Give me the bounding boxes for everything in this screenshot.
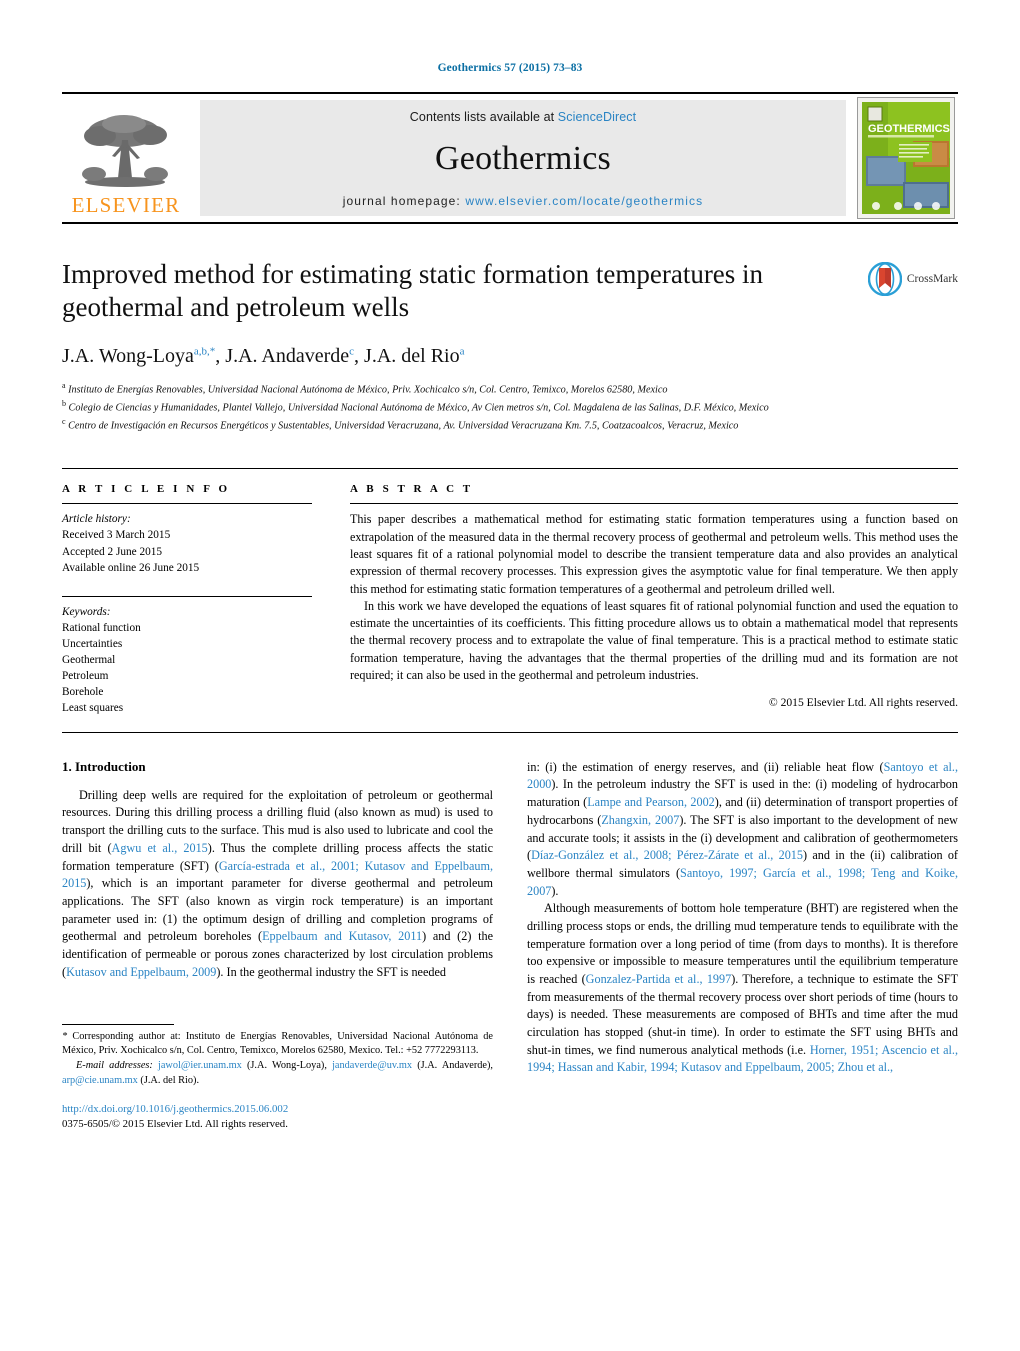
section-heading-introduction: 1. Introduction (62, 758, 146, 774)
crossmark-label: CrossMark (906, 273, 958, 285)
copyright-line: © 2015 Elsevier Ltd. All rights reserved… (768, 696, 958, 710)
keywords-label: Keywords: (62, 605, 111, 618)
elsevier-tree-icon (82, 115, 168, 187)
running-head: Geothermics 57 (2015) 73–83 (437, 62, 583, 74)
keyword-item: Least squares (62, 701, 124, 714)
history-accepted: Accepted 2 June 2015 (62, 545, 163, 558)
contents-prefix: Contents lists available at (409, 110, 558, 124)
journal-homepage-link[interactable]: www.elsevier.com/locate/geothermics (465, 194, 703, 208)
info-abstract-block: A R T I C L E I N F O Article history: R… (62, 468, 958, 733)
abstract-heading: A B S T R A C T (350, 483, 474, 496)
keyword-item: Rational function (62, 621, 141, 634)
sciencedirect-link[interactable]: ScienceDirect (558, 110, 636, 124)
crossmark-badge[interactable]: CrossMark (867, 262, 958, 296)
abstract-paragraph: In this work we have developed the equat… (350, 598, 958, 682)
crossmark-icon (867, 262, 902, 296)
history-available: Available online 26 June 2015 (62, 561, 200, 574)
issn-copyright-line: 0375-6505/© 2015 Elsevier Ltd. All right… (62, 1117, 288, 1130)
footnote-rule (62, 1023, 174, 1025)
abstract-rule (350, 503, 958, 505)
affiliation-a-text: Instituto de Energías Renovables, Univer… (68, 384, 668, 396)
abstract-column: A B S T R A C T This paper describes a m… (334, 483, 958, 715)
footnote-block: * Corresponding author at: Instituto de … (62, 1023, 493, 1132)
article-history-label: Article history: (62, 513, 131, 526)
journal-cover-thumbnail: GEOTHERMICS (857, 97, 955, 219)
keyword-item: Uncertainties (62, 637, 123, 650)
contents-available-line: Contents lists available at ScienceDirec… (410, 110, 636, 124)
footnote-text: * Corresponding author at: Instituto de … (62, 1030, 493, 1088)
corresponding-author-note: * Corresponding author at: Instituto de … (62, 1030, 493, 1057)
article-info-column: A R T I C L E I N F O Article history: R… (62, 483, 334, 715)
affiliations-list: a Instituto de Energías Renovables, Univ… (62, 380, 958, 435)
affiliation-b-text: Colegio de Ciencias y Humanidades, Plant… (68, 402, 769, 414)
body-paragraph: in: (i) the estimation of energy reserve… (527, 759, 959, 898)
article-info-rule (62, 503, 312, 505)
journal-homepage-line: journal homepage: www.elsevier.com/locat… (343, 194, 703, 208)
keyword-item: Petroleum (62, 669, 109, 682)
svg-text:GEOTHERMICS: GEOTHERMICS (868, 123, 950, 135)
elsevier-wordmark: ELSEVIER (71, 193, 181, 217)
article-history-group: Article history: Received 3 March 2015 A… (62, 511, 312, 575)
body-paragraph: Drilling deep wells are required for the… (62, 787, 493, 979)
doi-link[interactable]: http://dx.doi.org/10.1016/j.geothermics.… (62, 1102, 493, 1117)
journal-banner: Contents lists available at ScienceDirec… (200, 100, 846, 216)
journal-title: Geothermics (435, 140, 611, 177)
keywords-group: Keywords: Rational function Uncertaintie… (62, 604, 312, 716)
affiliation-a: a Instituto de Energías Renovables, Univ… (62, 380, 668, 396)
body-column-right: in: (i) the estimation of energy reserve… (527, 759, 958, 1132)
keywords-rule (62, 595, 312, 597)
document-page: Geothermics 57 (2015) 73–83 ELSEVIER Con… (0, 0, 1020, 1351)
abstract-paragraph: This paper describes a mathematical meth… (350, 512, 958, 596)
page-title: Improved method for estimating static fo… (62, 259, 764, 323)
body-columns: 1. Introduction Drilling deep wells are … (62, 759, 958, 1132)
history-received: Received 3 March 2015 (62, 529, 171, 542)
article-info-heading: A R T I C L E I N F O (62, 483, 231, 496)
affiliation-c-text: Centro de Investigación en Recursos Ener… (68, 420, 739, 432)
affiliation-b: b Colegio de Ciencias y Humanidades, Pla… (62, 399, 769, 414)
journal-cover-cell: GEOTHERMICS (854, 94, 958, 222)
affiliation-c: c Centro de Investigación en Recursos En… (62, 417, 739, 432)
email-addresses-note: E-mail addresses: jawol@ier.unam.mx (J.A… (62, 1060, 493, 1086)
body-paragraph: Although measurements of bottom hole tem… (527, 901, 959, 1075)
author-list: J.A. Wong-Loyaa,b,*, J.A. Andaverdec, J.… (62, 344, 465, 367)
keyword-item: Geothermal (62, 653, 116, 666)
homepage-prefix: journal homepage: (342, 194, 466, 208)
cover-artwork-icon: GEOTHERMICS (858, 98, 954, 218)
title-block: CrossMark Improved method for estimating… (62, 258, 958, 434)
keyword-item: Borehole (62, 685, 104, 698)
abstract-body: This paper describes a mathematical meth… (350, 511, 958, 684)
elsevier-logo: ELSEVIER (62, 94, 190, 222)
footnote-gap (62, 1088, 493, 1102)
body-column-left: 1. Introduction Drilling deep wells are … (62, 759, 493, 1132)
journal-masthead: ELSEVIER Contents lists available at Sci… (62, 92, 958, 224)
